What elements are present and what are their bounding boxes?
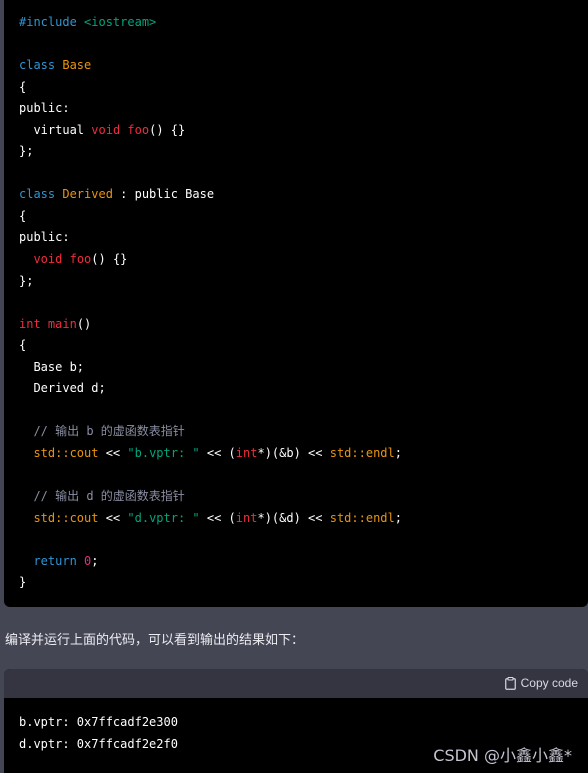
- code-line: Base b;: [19, 357, 402, 379]
- shift-operator: <<: [199, 510, 229, 525]
- include-header: <iostream>: [84, 15, 157, 29]
- close-brace: };: [19, 144, 34, 159]
- output-lines: b.vptr: 0x7ffcadf2e300 d.vptr: 0x7ffcadf…: [19, 711, 178, 755]
- access-specifier: public:: [19, 230, 70, 245]
- open-brace: {: [19, 79, 27, 94]
- code-line: return 0;: [19, 551, 402, 573]
- class-name-base: Base: [62, 58, 92, 73]
- cast-open: (: [228, 510, 236, 525]
- keyword-class: class: [19, 187, 56, 202]
- code-line: // 输出 d 的虚函数表指针: [19, 486, 402, 508]
- function-name-main: main: [47, 316, 77, 331]
- function-name-foo: foo: [127, 122, 150, 137]
- std-endl: std::endl: [329, 510, 395, 525]
- code-line: public:: [19, 227, 402, 249]
- code-line: #include <iostream>: [19, 12, 402, 34]
- code-lines: #include <iostream> class Base { public:…: [19, 12, 402, 594]
- output-code-header: Copy code: [4, 669, 588, 698]
- copy-code-label: Copy code: [520, 676, 578, 690]
- semicolon: ;: [394, 445, 402, 460]
- keyword-virtual: virtual: [33, 122, 85, 137]
- code-line: {: [19, 335, 402, 357]
- shift-operator: <<: [98, 510, 128, 525]
- comment-d: // 输出 d 的虚函数表指针: [33, 489, 185, 504]
- function-body: () {}: [149, 122, 186, 137]
- semicolon: ;: [394, 510, 402, 525]
- function-name-foo: foo: [69, 252, 92, 267]
- keyword-class: class: [19, 58, 56, 73]
- watermark: CSDN @小鑫小鑫*: [433, 746, 572, 765]
- class-name-derived: Derived: [62, 187, 113, 202]
- code-block: #include <iostream> class Base { public:…: [4, 0, 588, 607]
- semicolon: ;: [91, 553, 99, 568]
- preprocessor-directive: #include: [19, 15, 77, 29]
- main-parens: (): [76, 316, 92, 331]
- code-line: std::cout << "d.vptr: " << (int*)(&d) <<…: [19, 508, 402, 530]
- string-literal-d: "d.vptr: ": [127, 510, 200, 525]
- close-brace: };: [19, 273, 34, 288]
- cast-type: int: [235, 445, 258, 460]
- shift-operator: <<: [199, 445, 229, 460]
- cast-type: int: [235, 510, 258, 525]
- open-brace: {: [19, 208, 27, 223]
- code-line: int main(): [19, 314, 402, 336]
- code-line: };: [19, 271, 402, 293]
- result-description: 编译并运行上面的代码，可以看到输出的结果如下：: [5, 633, 305, 648]
- output-line: b.vptr: 0x7ffcadf2e300: [19, 715, 178, 729]
- shift-operator: <<: [98, 445, 128, 460]
- string-literal-b: "b.vptr: ": [127, 445, 200, 460]
- variable-decl-d: Derived d;: [33, 381, 106, 396]
- code-line: Derived d;: [19, 378, 402, 400]
- shift-operator: <<: [300, 510, 330, 525]
- shift-operator: <<: [300, 445, 330, 460]
- code-line: class Base: [19, 55, 402, 77]
- code-line: };: [19, 141, 402, 163]
- clipboard-icon: [504, 677, 516, 690]
- std-endl: std::endl: [329, 445, 395, 460]
- copy-code-button[interactable]: Copy code: [504, 676, 578, 690]
- keyword-void: void: [91, 122, 121, 137]
- keyword-int: int: [19, 316, 41, 331]
- access-specifier: public:: [19, 101, 70, 116]
- std-cout: std::cout: [33, 445, 99, 460]
- inheritance: : public Base: [112, 187, 215, 202]
- function-body: () {}: [91, 252, 128, 267]
- code-line: void foo() {}: [19, 249, 402, 271]
- code-line: public:: [19, 98, 402, 120]
- close-brace: }: [19, 575, 27, 590]
- cast-expr-d: *)(&d): [257, 510, 301, 525]
- code-line: std::cout << "b.vptr: " << (int*)(&b) <<…: [19, 443, 402, 465]
- keyword-return: return: [33, 553, 77, 568]
- open-brace: {: [19, 338, 27, 353]
- code-line: virtual void foo() {}: [19, 120, 402, 142]
- code-line: class Derived : public Base: [19, 184, 402, 206]
- std-cout: std::cout: [33, 510, 99, 525]
- cast-open: (: [228, 445, 236, 460]
- cast-expr-b: *)(&b): [257, 445, 301, 460]
- code-line: {: [19, 206, 402, 228]
- code-line: }: [19, 572, 402, 594]
- variable-decl-b: Base b;: [33, 359, 85, 374]
- code-line: // 输出 b 的虚函数表指针: [19, 421, 402, 443]
- code-line: {: [19, 77, 402, 99]
- keyword-void: void: [33, 252, 63, 267]
- output-line: d.vptr: 0x7ffcadf2e2f0: [19, 737, 178, 751]
- comment-b: // 输出 b 的虚函数表指针: [33, 424, 185, 439]
